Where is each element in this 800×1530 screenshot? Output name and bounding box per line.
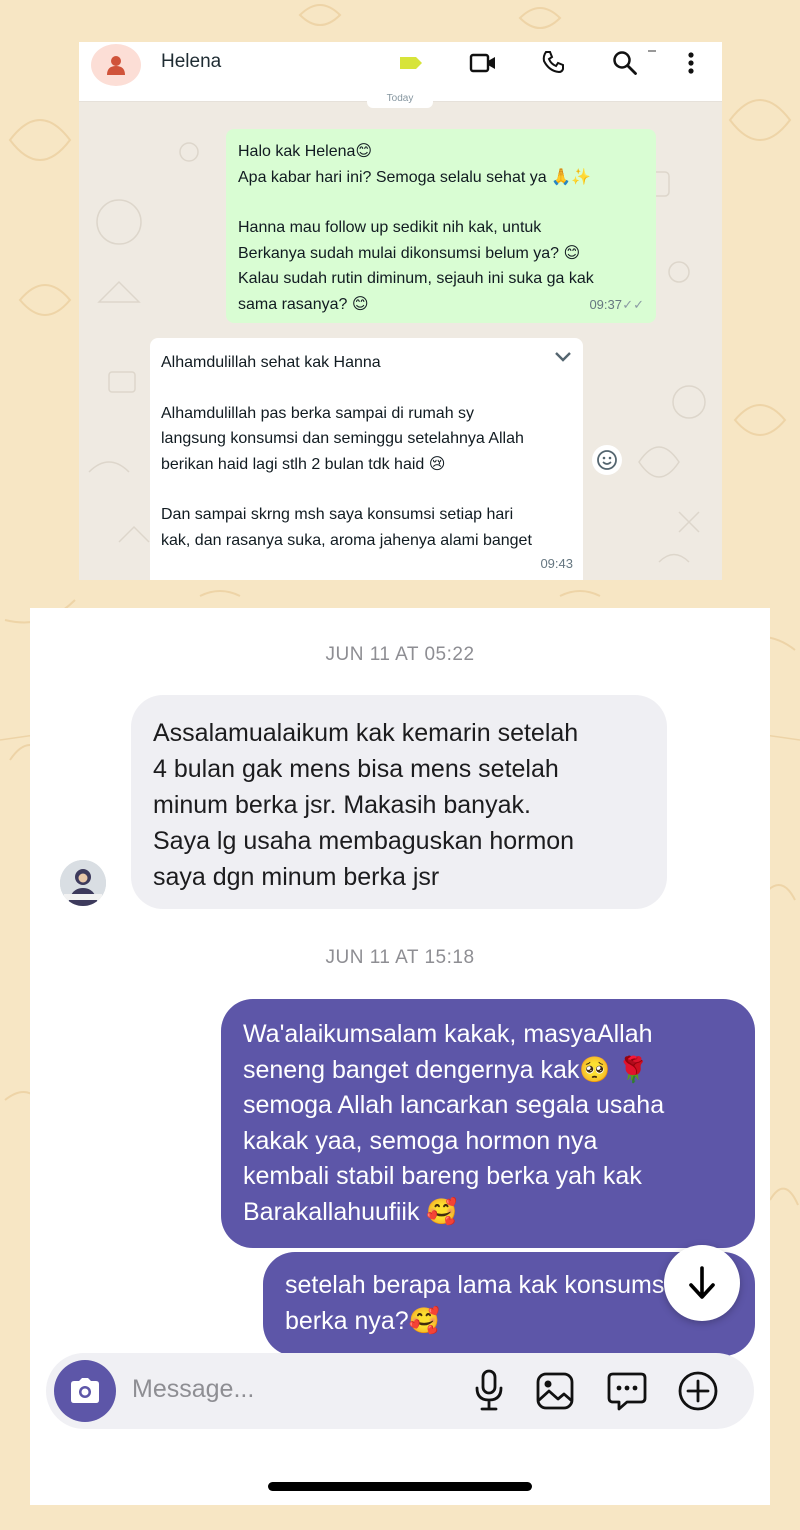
message-line: berikan haid lagi stlh 2 bulan tdk haid …	[161, 455, 446, 473]
date-pill: Today	[367, 94, 433, 108]
message-line: Dan sampai skrng msh saya konsumsi setia…	[161, 506, 514, 523]
message-composer: Message...	[46, 1353, 754, 1429]
camera-button[interactable]	[54, 1360, 116, 1422]
instagram-dm-screenshot: JUN 11 AT 05:22 Assalamualaikum kak kema…	[30, 608, 770, 1505]
search-icon[interactable]	[612, 50, 638, 76]
scroll-to-bottom-button[interactable]	[664, 1245, 740, 1321]
message-line: 4 bulan gak mens bisa mens setelah	[153, 755, 559, 783]
message-line: Alhamdulillah pas berka sampai di rumah …	[161, 404, 475, 422]
outgoing-message-bubble[interactable]: Halo kak Helena😊 Apa kabar hari ini? Sem…	[226, 129, 656, 323]
chevron-down-icon[interactable]	[553, 350, 573, 364]
react-emoji-button[interactable]	[592, 445, 622, 475]
smiley-icon	[597, 450, 617, 470]
message-line: sama rasanya? 😊	[238, 295, 369, 313]
message-line: saya dgn minum berka jsr	[153, 863, 440, 891]
incoming-message-bubble[interactable]: Assalamualaikum kak kemarin setelah 4 bu…	[131, 695, 667, 909]
read-ticks-icon: ✓✓	[622, 296, 644, 312]
sticker-chat-icon[interactable]	[606, 1370, 648, 1412]
video-call-icon[interactable]	[469, 52, 497, 74]
label-tag-icon[interactable]	[399, 54, 423, 72]
incoming-message-bubble[interactable]: Alhamdulillah sehat kak Hanna Alhamdulil…	[150, 338, 583, 580]
outgoing-message-bubble[interactable]: Wa'alaikumsalam kakak, masyaAllah seneng…	[221, 999, 755, 1248]
timestamp-divider: JUN 11 AT 05:22	[325, 644, 475, 665]
home-indicator	[268, 1482, 532, 1491]
message-line: Berkanya sudah mulai dikonsumsi belum ya…	[238, 244, 581, 262]
contact-name[interactable]: Helena	[161, 51, 221, 73]
message-line: Apa kabar hari ini? Semoga selalu sehat …	[238, 168, 591, 186]
profile-photo-icon	[60, 860, 106, 906]
message-line: Wa'alaikumsalam kakak, masyaAllah	[243, 1020, 653, 1048]
message-line: kak, dan rasanya suka, aroma jahenya ala…	[161, 531, 532, 549]
message-line: semoga Allah lancarkan segala usaha	[243, 1091, 665, 1119]
sender-avatar[interactable]	[60, 860, 106, 906]
message-time: 09:37	[589, 296, 622, 312]
message-line: langsung konsumsi dan seminggu setelahny…	[161, 430, 524, 447]
message-line: Saya lg usaha membaguskan hormon	[153, 827, 575, 855]
message-input[interactable]: Message...	[132, 1375, 254, 1404]
more-options-icon[interactable]	[683, 51, 699, 77]
message-line: Barakallahuufiik 🥰	[243, 1197, 458, 1226]
message-line: minum berka jsr. Makasih banyak.	[153, 791, 531, 819]
message-line: kembali stabil bareng berka yah kak	[243, 1162, 642, 1190]
phone-call-icon[interactable]	[541, 50, 565, 74]
add-plus-icon[interactable]	[677, 1370, 719, 1412]
arrow-down-icon	[689, 1266, 715, 1299]
message-line: Kalau sudah rutin diminum, sejauh ini su…	[238, 270, 594, 287]
message-line: berka nya?🥰	[285, 1306, 440, 1335]
message-line: Assalamualaikum kak kemarin setelah	[153, 719, 579, 747]
message-time: 09:43	[540, 555, 573, 571]
minus-mark-icon	[648, 50, 656, 52]
timestamp-divider: JUN 11 AT 15:18	[325, 947, 475, 968]
microphone-icon[interactable]	[474, 1369, 504, 1411]
message-line: kakak yaa, semoga hormon nya	[243, 1126, 598, 1155]
gallery-image-icon[interactable]	[535, 1371, 575, 1411]
camera-icon	[71, 1378, 99, 1403]
message-line: Alhamdulillah sehat kak Hanna	[161, 354, 381, 371]
person-icon	[107, 56, 125, 75]
message-line: seneng banget dengernya kak🥺 🌹	[243, 1055, 649, 1084]
contact-avatar[interactable]	[91, 44, 141, 86]
chat-header: Helena	[79, 42, 722, 102]
whatsapp-chat-screenshot: Helena Today Halo kak Helena😊 Apa kabar …	[79, 42, 722, 580]
message-line: Hanna mau follow up sedikit nih kak, unt…	[238, 219, 542, 236]
message-line: Halo kak Helena😊	[238, 143, 373, 160]
